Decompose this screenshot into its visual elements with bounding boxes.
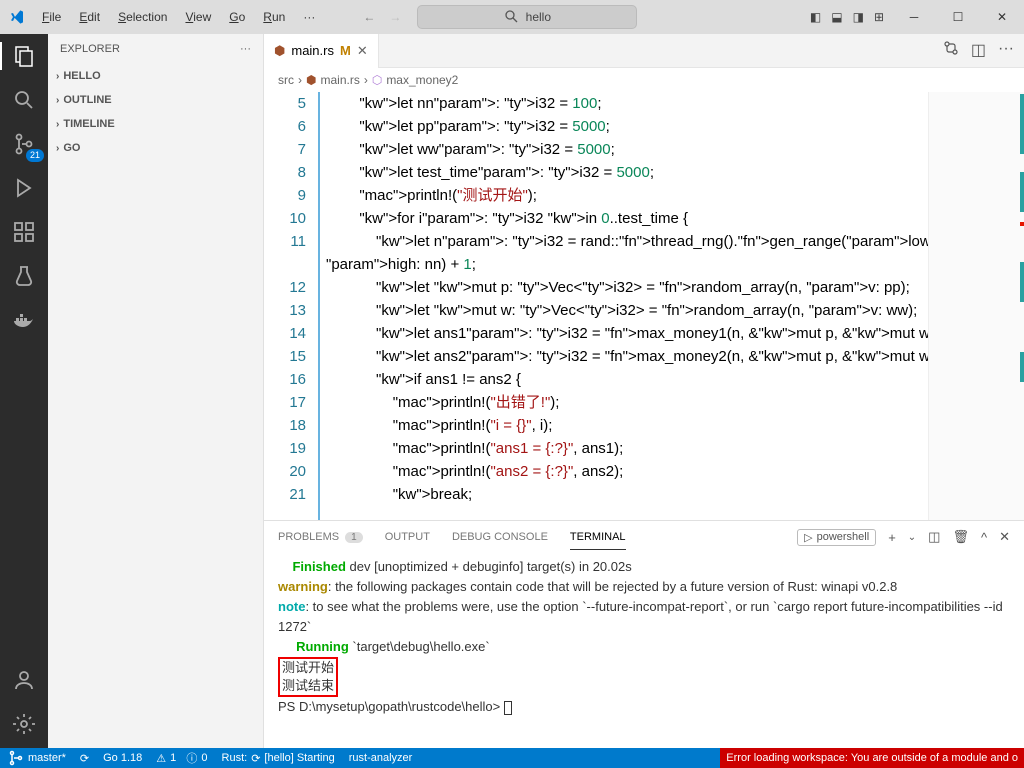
rust-file-icon: ⬢ [274,43,285,59]
scm-badge: 21 [26,149,44,162]
panel-tab-problems[interactable]: PROBLEMS1 [278,525,363,549]
code-line[interactable]: "kw">if ans1 != ans2 { [326,368,1024,391]
terminal-output[interactable]: Finished dev [unoptimized + debuginfo] t… [264,553,1024,748]
status-error-message[interactable]: Error loading workspace: You are outside… [720,748,1024,768]
code-line[interactable]: "kw">let ans1"param">: "ty">i32 = "fn">m… [326,322,1024,345]
menu-more[interactable]: ··· [295,6,323,28]
search-query: hello [526,10,551,24]
terminal-kill-icon[interactable]: 🗑 [952,529,969,545]
sidebar-section-outline[interactable]: ›OUTLINE [48,88,263,112]
sidebar-section-timeline[interactable]: ›TIMELINE [48,112,263,136]
activity-testing-icon[interactable] [10,262,38,290]
window-close-icon[interactable]: ✕ [980,0,1024,34]
code-line[interactable]: "kw">let ww"param">: "ty">i32 = 5000; [326,138,1024,161]
activity-docker-icon[interactable] [10,306,38,334]
menu-go[interactable]: Go [221,6,253,28]
code-line[interactable]: "kw">for i"param">: "ty">i32 "kw">in 0..… [326,207,1024,230]
editor-split-icon[interactable]: ◫ [971,40,986,61]
code-line[interactable]: "kw">let nn"param">: "ty">i32 = 100; [326,92,1024,115]
panel-tab-debug-console[interactable]: DEBUG CONSOLE [452,525,548,549]
status-branch[interactable]: master* [8,750,66,766]
panel-tab-terminal[interactable]: TERMINAL [570,525,626,550]
activity-settings-icon[interactable] [10,710,38,738]
code-line[interactable]: "kw">let "kw">mut w: "ty">Vec<"ty">i32> … [326,299,1024,322]
code-line[interactable]: "kw">let ans2"param">: "ty">i32 = "fn">m… [326,345,1024,368]
terminal-shell-selector[interactable]: ▷powershell [797,529,876,546]
terminal-new-icon[interactable]: + [888,530,896,545]
tab-filename: main.rs [291,43,334,58]
code-line[interactable]: "mac">println!("i = {}", i); [326,414,1024,437]
terminal-split-icon[interactable]: ◫ [928,529,940,545]
code-line[interactable]: "mac">println!("ans2 = {:?}", ans2); [326,460,1024,483]
window-maximize-icon[interactable]: ☐ [936,0,980,34]
code-line[interactable]: "mac">println!("测试开始"); [326,184,1024,207]
activity-extensions-icon[interactable] [10,218,38,246]
panel-maximize-icon[interactable]: ^ [981,530,987,545]
minimap[interactable] [928,92,1024,520]
code-line[interactable]: "kw">break; [326,483,1024,506]
activity-run-debug-icon[interactable] [10,174,38,202]
status-problems[interactable]: ⚠ 1 ⓘ 0 [156,750,207,766]
chevron-down-icon[interactable]: ⌄ [908,532,916,543]
panel-close-icon[interactable]: ✕ [999,529,1010,545]
status-go-version[interactable]: Go 1.18 [103,752,142,764]
layout-sidebar-left-icon[interactable]: ◧ [810,10,821,24]
code-line[interactable]: "mac">println!("ans1 = {:?}", ans1); [326,437,1024,460]
code-line[interactable]: "kw">let test_time"param">: "ty">i32 = 5… [326,161,1024,184]
panel-tab-output[interactable]: OUTPUT [385,525,430,549]
window-minimize-icon[interactable]: ─ [892,0,936,34]
activity-source-control-icon[interactable]: 21 [10,130,38,158]
search-box[interactable]: hello [417,5,637,29]
activity-explorer-icon[interactable] [10,42,38,70]
vscode-logo-icon [0,9,34,25]
menu-run[interactable]: Run [255,6,293,28]
code-line[interactable]: "kw">let n"param">: "ty">i32 = rand::"fn… [326,230,1024,253]
activity-search-icon[interactable] [10,86,38,114]
status-sync-icon[interactable]: ⟳ [80,752,89,765]
layout-panel-icon[interactable]: ⬓ [831,10,842,24]
code-line[interactable]: "kw">let pp"param">: "ty">i32 = 5000; [326,115,1024,138]
code-line[interactable]: "mac">println!("出错了!"); [326,391,1024,414]
sidebar-section-hello[interactable]: ›HELLO [48,64,263,88]
breadcrumb[interactable]: src› ⬢ main.rs› ⬡ max_money2 [264,68,1024,92]
explorer-title: EXPLORER [60,43,120,55]
terminal-cursor [504,701,512,715]
code-line[interactable]: "kw">let "kw">mut p: "ty">Vec<"ty">i32> … [326,276,1024,299]
menu-edit[interactable]: Edit [71,6,108,28]
sidebar-section-go[interactable]: ›GO [48,136,263,160]
status-rust-analyzer[interactable]: rust-analyzer [349,752,413,764]
tab-modified-badge: M [340,43,351,58]
activity-accounts-icon[interactable] [10,666,38,694]
menu-view[interactable]: View [177,6,219,28]
tab-close-icon[interactable]: ✕ [357,43,368,59]
nav-back-icon[interactable]: ← [363,10,375,24]
layout-customize-icon[interactable]: ⊞ [874,10,884,24]
rust-file-icon: ⬢ [306,73,316,87]
tab-main-rs[interactable]: ⬢ main.rs M ✕ [264,34,379,68]
editor-compare-icon[interactable] [943,40,959,61]
menu-file[interactable]: FFileile [34,6,69,28]
layout-sidebar-right-icon[interactable]: ◨ [853,10,864,24]
menu-selection[interactable]: Selection [110,6,175,28]
editor-more-icon[interactable]: ··· [998,40,1014,61]
status-rust[interactable]: Rust: ⟳ [hello] Starting [222,752,335,765]
explorer-more-icon[interactable]: ··· [240,43,251,55]
nav-forward-icon[interactable]: → [389,10,401,24]
symbol-function-icon: ⬡ [372,73,382,87]
